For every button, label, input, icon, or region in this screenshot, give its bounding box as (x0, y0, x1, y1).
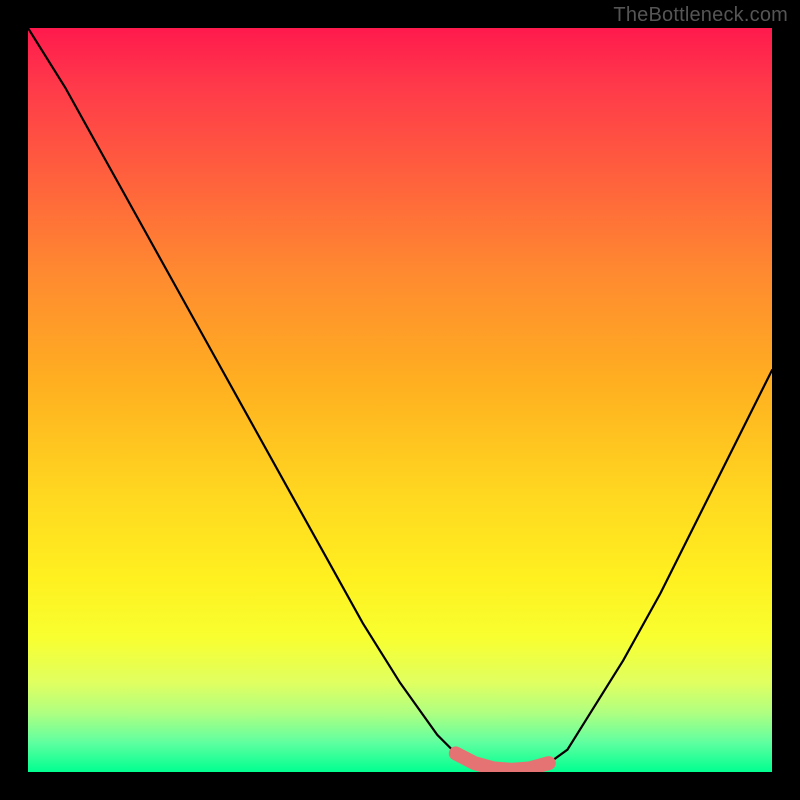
bottleneck-curve-path (28, 28, 772, 770)
optimal-zone-highlight (456, 753, 549, 769)
watermark-text: TheBottleneck.com (613, 4, 788, 27)
plot-area (28, 28, 772, 772)
curve-overlay (28, 28, 772, 772)
